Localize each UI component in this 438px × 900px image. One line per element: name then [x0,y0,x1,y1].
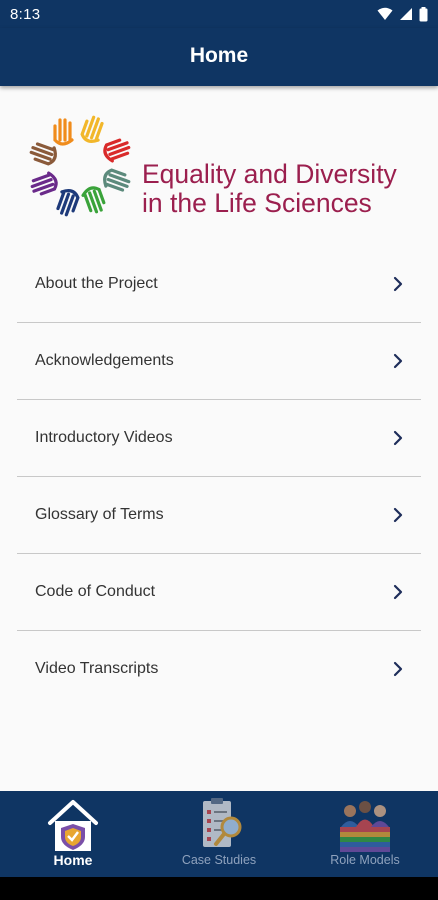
people-group-icon [340,801,390,852]
wifi-icon [377,7,393,20]
tab-home[interactable]: Home [0,791,146,877]
menu-item-label: Glossary of Terms [35,506,164,523]
chevron-right-icon [393,276,403,292]
menu-item-label: Acknowledgements [35,352,174,369]
tab-home-label: Home [53,852,93,868]
logo-text: Equality and Diversity in the Life Scien… [142,160,397,218]
menu-item-label: About the Project [35,275,158,292]
chevron-right-icon [393,661,403,677]
signal-icon [400,8,412,20]
tab-case-studies[interactable]: Case Studies [146,791,292,877]
menu-item-video-transcripts[interactable]: Video Transcripts [17,631,421,707]
tab-role-models[interactable]: Role Models [292,791,438,877]
menu-item-label: Introductory Videos [35,429,173,446]
logo-text-line1: Equality and Diversity [142,159,397,189]
status-bar: 8:13 [0,0,438,28]
menu-item-acknowledgements[interactable]: Acknowledgements [17,323,421,400]
hands-circle-logo-icon [29,115,131,217]
home-shield-icon [48,800,98,851]
clipboard-magnifier-icon [203,798,242,847]
chevron-right-icon [393,584,403,600]
app-bar: Home [0,28,438,86]
bottom-navigation: Home Case Studies Role Models [0,791,438,877]
menu-item-about-the-project[interactable]: About the Project [17,246,421,323]
home-menu-list: About the Project Acknowledgements Intro… [17,246,421,707]
tab-case-studies-label: Case Studies [181,853,257,867]
menu-item-label: Code of Conduct [35,583,156,600]
page-title: Home [189,44,249,67]
menu-item-introductory-videos[interactable]: Introductory Videos [17,400,421,477]
logo-text-line2: in the Life Sciences [142,188,372,218]
app-logo: Equality and Diversity in the Life Scien… [24,110,414,228]
battery-icon [419,6,428,21]
tab-role-models-label: Role Models [330,853,400,867]
chevron-right-icon [393,430,403,446]
system-navigation-bar [0,877,438,900]
status-time: 8:13 [10,6,41,23]
chevron-right-icon [393,507,403,523]
menu-item-code-of-conduct[interactable]: Code of Conduct [17,554,421,631]
status-icons [377,6,428,22]
chevron-right-icon [393,353,403,369]
menu-item-label: Video Transcripts [35,660,159,677]
menu-item-glossary-of-terms[interactable]: Glossary of Terms [17,477,421,554]
